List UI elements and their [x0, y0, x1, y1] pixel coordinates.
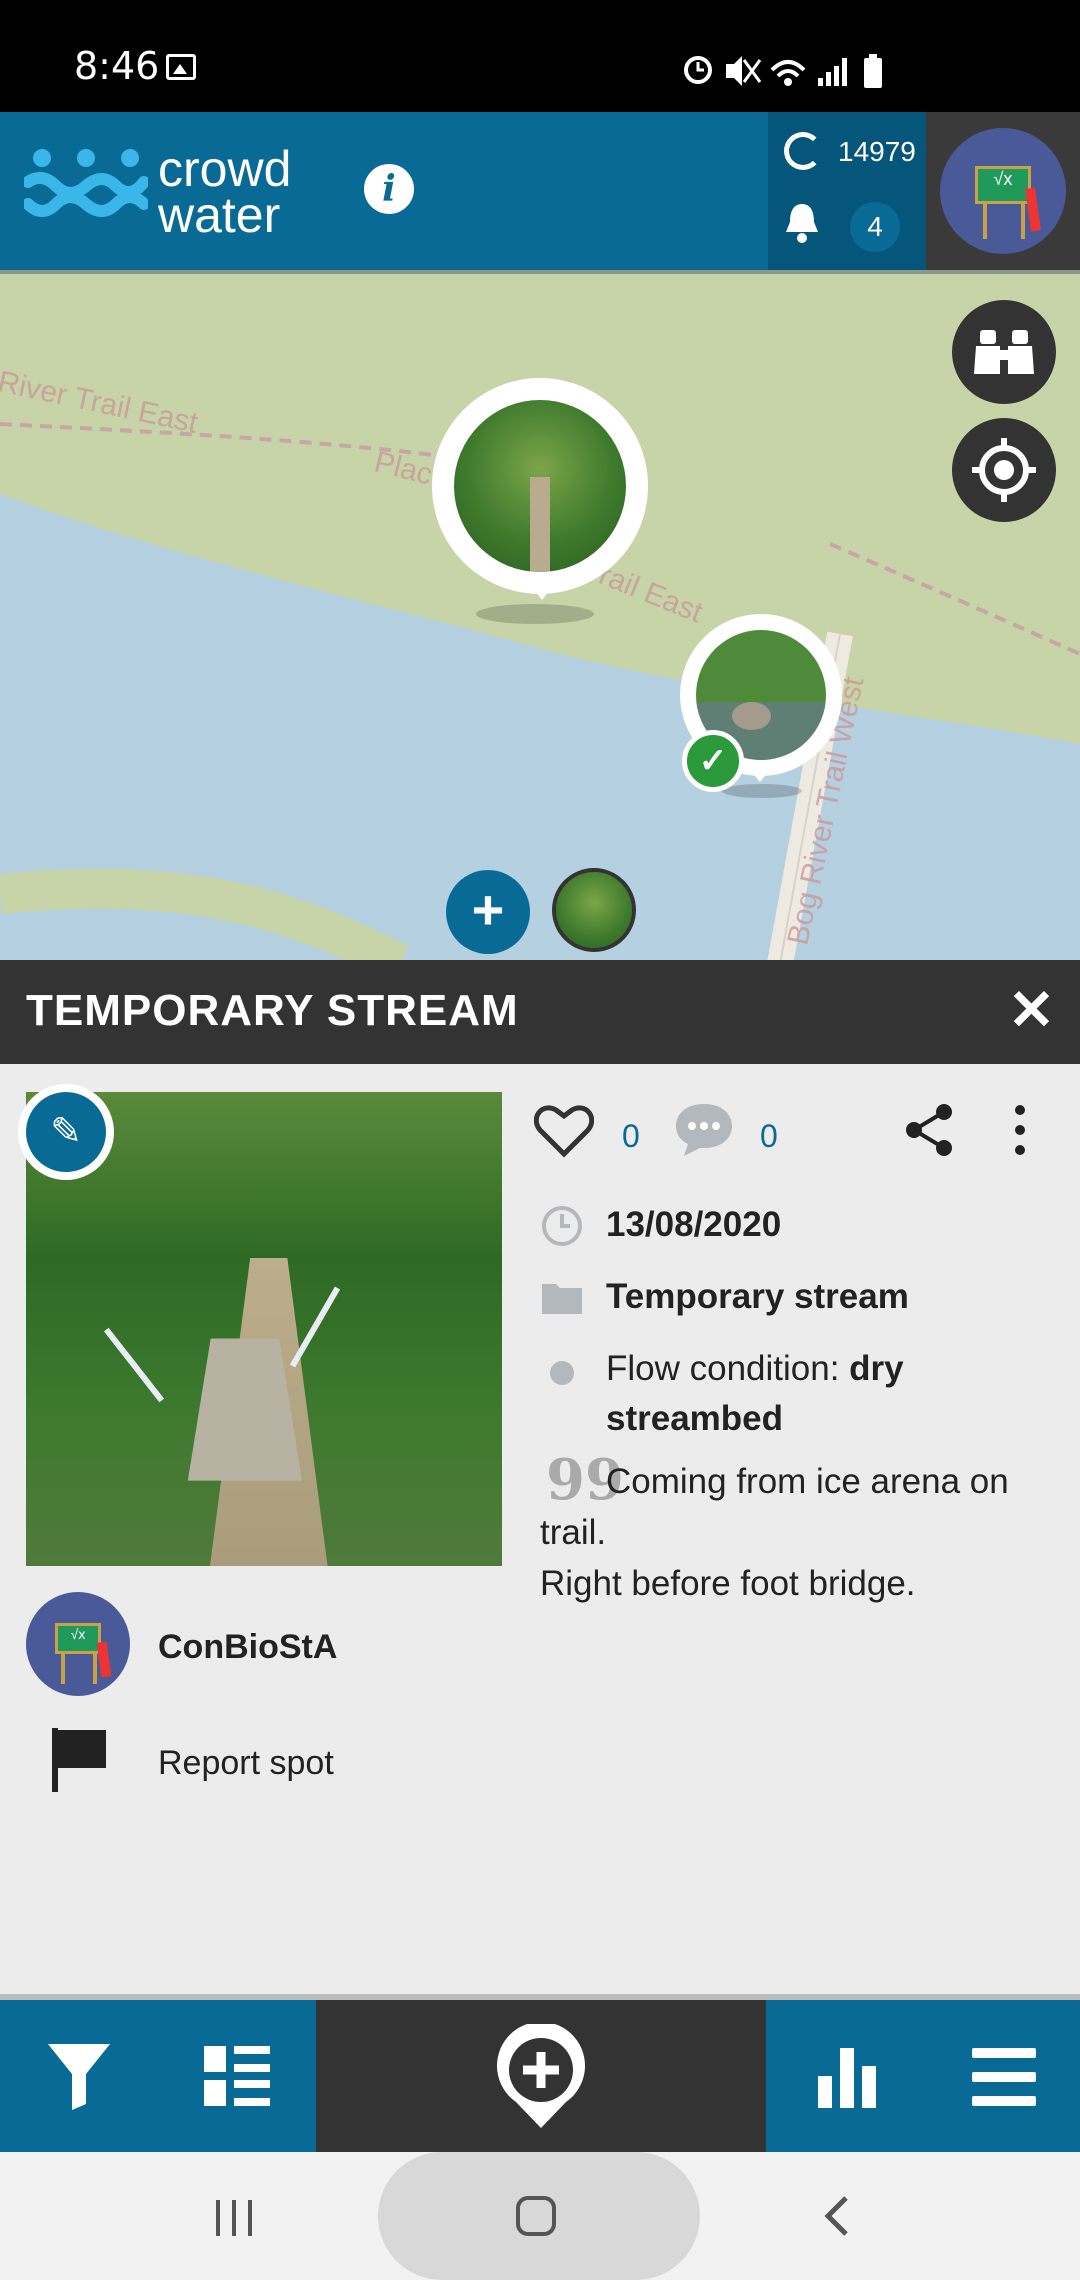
info-button[interactable]: i: [364, 164, 414, 214]
menu-icon[interactable]: [972, 2048, 1036, 2106]
system-status-icons: [684, 52, 904, 88]
heart-icon[interactable]: [534, 1102, 594, 1158]
spot-detail-panel: ✎ √x ConBioStA Report spot 0 0 13/08/202…: [0, 1064, 1080, 1994]
add-spot-button[interactable]: +: [446, 870, 530, 954]
statistics-icon[interactable]: [818, 2046, 878, 2108]
image-notification-icon: [166, 54, 196, 80]
water-waves-icon: [24, 149, 148, 217]
binoculars-button[interactable]: [952, 300, 1056, 404]
spot-category: Temporary stream: [606, 1277, 909, 1316]
spot-thumbnail: [454, 400, 626, 572]
arrow-marker-icon: [103, 1327, 164, 1402]
spot-comment: Coming from ice arena on trail. Right be…: [540, 1462, 1009, 1603]
comments-count: 0: [760, 1118, 778, 1154]
spot-marker-selected[interactable]: [432, 378, 648, 628]
author-name[interactable]: ConBioStA: [158, 1628, 337, 1667]
comment-icon[interactable]: [672, 1100, 736, 1160]
flag-icon[interactable]: [50, 1724, 110, 1794]
system-navigation-bar: [0, 2152, 1080, 2280]
status-time: 8:46: [74, 44, 160, 88]
chalkboard-icon: √x: [55, 1623, 101, 1655]
logo-text-crowd: crowd: [158, 141, 292, 197]
crosshair-icon: [972, 438, 1036, 502]
close-button[interactable]: ✕: [1008, 982, 1055, 1038]
pencil-icon: ✎: [26, 1092, 106, 1172]
score-icon: [784, 132, 822, 170]
arrow-marker-icon: [289, 1286, 340, 1368]
action-row: 0 0: [534, 1100, 1054, 1170]
clock-icon: [542, 1206, 582, 1246]
status-icons-icon: [684, 54, 882, 88]
filter-icon[interactable]: [46, 2042, 112, 2110]
share-icon[interactable]: [904, 1104, 956, 1156]
flow-condition: Flow condition: dry streambed: [606, 1349, 904, 1438]
folder-icon: [542, 1284, 582, 1314]
notification-count-badge[interactable]: 4: [850, 202, 900, 252]
pencil-icon: [96, 1641, 112, 1678]
bell-icon[interactable]: [782, 200, 822, 244]
home-icon[interactable]: [514, 2194, 558, 2238]
user-avatar[interactable]: √x: [940, 128, 1066, 254]
spot-thumbnail-button[interactable]: [552, 868, 636, 952]
add-spot-pin-icon[interactable]: [494, 2024, 588, 2132]
locate-me-button[interactable]: [952, 418, 1056, 522]
likes-count: 0: [622, 1118, 640, 1154]
score-value: 14979: [838, 136, 916, 167]
circle-dot-icon: [550, 1361, 574, 1385]
chalkboard-icon: √x: [975, 165, 1031, 204]
profile-button[interactable]: √x: [926, 112, 1080, 270]
report-spot-link[interactable]: Report spot: [158, 1744, 334, 1783]
bottom-navigation: [0, 1994, 1080, 2152]
app-header: crowd water i 14979 4 √x: [0, 112, 1080, 270]
nav-left-group: [0, 2000, 316, 2152]
spot-date: 13/08/2020: [606, 1205, 782, 1244]
list-view-icon[interactable]: [204, 2046, 270, 2108]
detail-title-bar: TEMPORARY STREAM ✕: [0, 960, 1080, 1064]
status-bar: 8:46: [0, 0, 1080, 112]
more-options-icon[interactable]: [1010, 1100, 1030, 1160]
user-stats[interactable]: 14979 4: [768, 112, 926, 270]
nav-center: [316, 2000, 766, 2152]
verified-check-icon: ✓: [682, 730, 744, 792]
edit-button[interactable]: ✎: [18, 1084, 114, 1180]
back-icon[interactable]: [822, 2194, 852, 2238]
nav-right-group: [766, 2000, 1080, 2152]
logo-text-water: water: [158, 187, 281, 243]
map-view[interactable]: River Trail East Plac Trail East Bog Riv…: [0, 270, 1080, 960]
spot-title: TEMPORARY STREAM: [26, 986, 519, 1035]
recent-apps-icon[interactable]: [212, 2198, 256, 2238]
author-avatar[interactable]: √x: [26, 1592, 130, 1696]
binoculars-icon: [974, 330, 1034, 374]
pencil-icon: [1025, 187, 1042, 232]
